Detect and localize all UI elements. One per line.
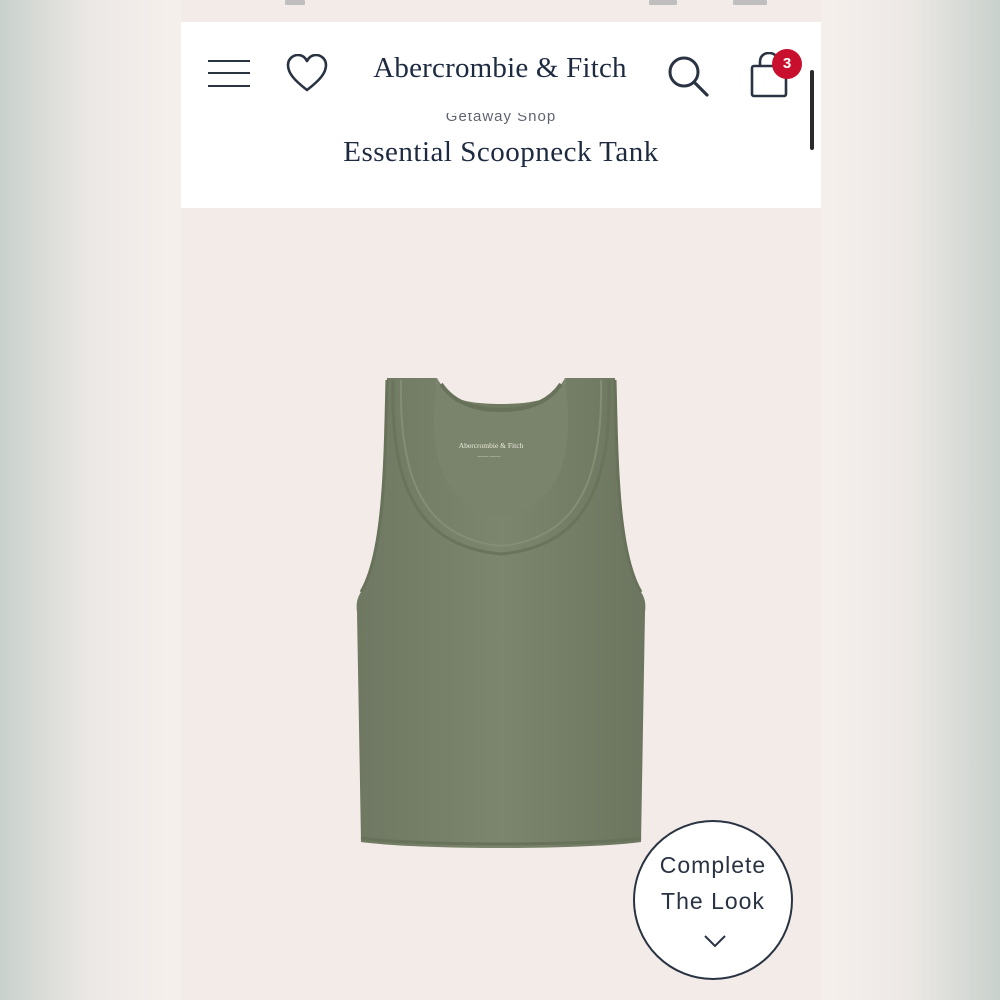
battery-icon	[733, 0, 767, 5]
cart-count-badge: 3	[772, 49, 802, 79]
app-screen: Abercrombie & Fitch 3 Getaway Shop Essen…	[181, 0, 821, 1000]
brand-logo[interactable]: Abercrombie & Fitch	[367, 52, 633, 85]
tank-top-image: Abercrombie & Fitch ~~~~ ~~~~	[356, 378, 646, 848]
status-bar	[181, 0, 821, 22]
hamburger-menu-icon[interactable]	[208, 58, 250, 90]
complete-the-look-button[interactable]: Complete The Look	[633, 820, 793, 980]
breadcrumb[interactable]: Getaway Shop	[181, 113, 821, 125]
svg-text:Abercrombie & Fitch: Abercrombie & Fitch	[459, 441, 524, 450]
heart-icon[interactable]	[286, 54, 328, 94]
cta-line-1: Complete	[659, 852, 767, 878]
cellular-icon	[649, 0, 677, 5]
signal-icon	[285, 0, 305, 5]
search-icon[interactable]	[667, 55, 711, 99]
chevron-down-icon	[704, 935, 726, 948]
site-header: Abercrombie & Fitch 3 Getaway Shop Essen…	[181, 22, 821, 208]
svg-text:~~~~ ~~~~: ~~~~ ~~~~	[478, 455, 501, 460]
product-title: Essential Scoopneck Tank	[343, 136, 659, 168]
cta-line-2: The Look	[661, 888, 765, 914]
product-image-area[interactable]: Abercrombie & Fitch ~~~~ ~~~~ Complete T…	[181, 208, 821, 1000]
